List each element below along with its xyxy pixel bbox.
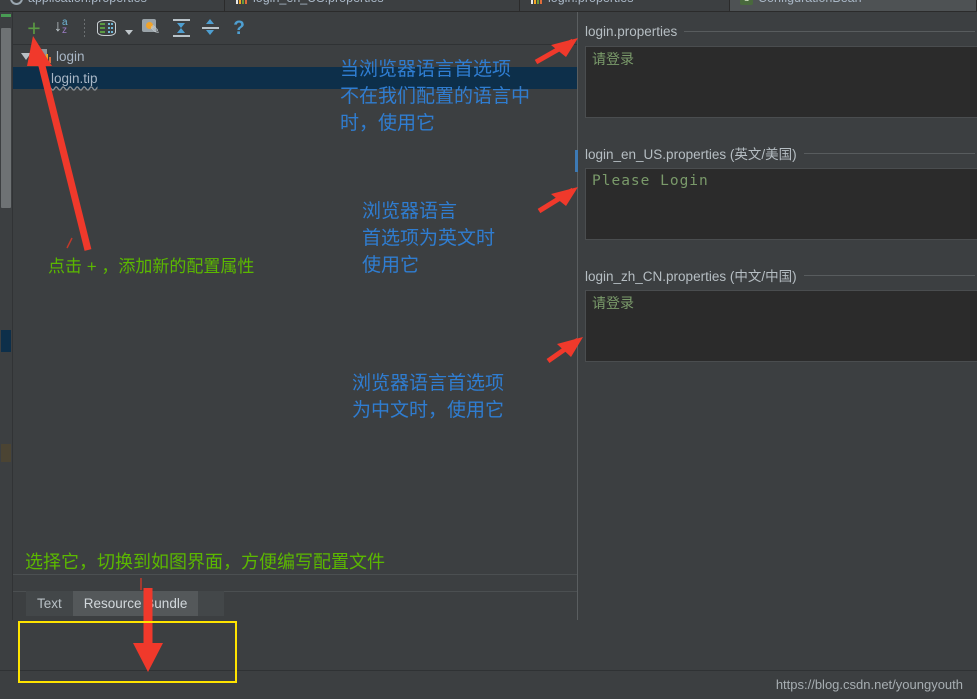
plus-icon: + bbox=[27, 15, 41, 41]
annotation-default-locale: 当浏览器语言首选项 不在我们配置的语言中 时，使用它 bbox=[340, 59, 531, 134]
properties-file-icon bbox=[235, 0, 248, 5]
editor-tab-configuration-bean[interactable]: C ConfigurationBean bbox=[730, 0, 977, 11]
title-rule bbox=[684, 30, 975, 32]
sort-az-icon: ↓ a z bbox=[54, 17, 68, 36]
tab-resource-bundle[interactable]: Resource Bundle bbox=[72, 591, 199, 616]
property-group-zh-cn: login_zh_CN.properties (中文/中国) 请登录 bbox=[578, 266, 977, 362]
editor-tab-strip: application.properties login_en_US.prope… bbox=[0, 0, 977, 12]
marker-stripe-warning bbox=[1, 444, 11, 462]
property-value: 请登录 bbox=[592, 295, 634, 311]
property-group-title: login.properties bbox=[585, 23, 678, 39]
help-button[interactable]: ? bbox=[226, 15, 252, 41]
annotation-click-plus: 点击 + ，添加新的配置属性 bbox=[48, 257, 255, 276]
chevron-down-icon bbox=[125, 30, 133, 35]
editor-gutter bbox=[0, 12, 13, 620]
property-group-title: login_en_US.properties (英文/美国) bbox=[585, 147, 797, 162]
editor-tab-label: application.properties bbox=[28, 0, 147, 5]
editor-tab-application-properties[interactable]: application.properties bbox=[0, 0, 225, 11]
properties-values-pane: login.properties 请登录 login_en_US.propert… bbox=[578, 12, 977, 620]
annotation-select-resource-bundle: 选择它，切换到如图界面，方便编写配置文件 bbox=[25, 552, 385, 572]
expand-all-button[interactable] bbox=[168, 15, 194, 41]
property-group-title: login_zh_CN.properties (中文/中国) bbox=[585, 269, 797, 284]
property-value-editor[interactable]: 请登录 bbox=[585, 46, 977, 118]
settings-button[interactable]: ✎ bbox=[139, 15, 165, 41]
gear-icon bbox=[10, 0, 23, 5]
resource-bundle-icon bbox=[37, 49, 51, 63]
properties-file-icon bbox=[530, 0, 543, 5]
vertical-scrollbar[interactable] bbox=[1, 28, 11, 208]
grid-list-icon bbox=[96, 20, 116, 36]
resource-bundle-toolbar: + ↓ a z ✎ ? bbox=[13, 12, 577, 45]
tab-label: Text bbox=[37, 596, 62, 611]
tab-label: Resource Bundle bbox=[83, 596, 188, 611]
collapse-all-button[interactable] bbox=[197, 15, 223, 41]
gear-wrench-icon: ✎ bbox=[142, 19, 162, 37]
question-mark-icon: ? bbox=[233, 17, 245, 39]
property-group-default: login.properties 请登录 bbox=[578, 22, 977, 118]
dropdown-button[interactable] bbox=[122, 15, 136, 41]
property-value-editor[interactable]: Please Login bbox=[585, 168, 977, 240]
editor-tab-label: login.properties bbox=[548, 0, 633, 5]
sort-alphabetically-button[interactable]: ↓ a z bbox=[50, 15, 76, 41]
property-value: Please Login bbox=[592, 173, 709, 189]
ide-window: application.properties login_en_US.prope… bbox=[0, 0, 977, 699]
highlight-box-resource-bundle-tab bbox=[18, 621, 237, 683]
toolbar-separator bbox=[84, 19, 85, 37]
property-value: 请登录 bbox=[592, 51, 634, 67]
annotation-english-locale: 浏览器语言 首选项为英文时 使用它 bbox=[362, 201, 496, 276]
title-rule bbox=[803, 152, 975, 154]
java-class-icon: C bbox=[740, 0, 753, 5]
editor-tab-login-properties[interactable]: login.properties bbox=[520, 0, 730, 11]
tree-node-label: login.tip bbox=[51, 70, 98, 86]
editor-mode-tab-bar: Text Resource Bundle bbox=[13, 574, 577, 620]
tab-text[interactable]: Text bbox=[26, 591, 73, 616]
marker-stripe-selection bbox=[1, 330, 11, 352]
editor-tab-label: ConfigurationBean bbox=[758, 0, 862, 5]
tree-node-label: login bbox=[56, 48, 85, 64]
add-property-button[interactable]: + bbox=[21, 15, 47, 41]
property-group-en-us: login_en_US.properties (英文/美国) Please Lo… bbox=[578, 144, 977, 240]
editor-tab-login-en-us-properties[interactable]: login_en_US.properties bbox=[225, 0, 520, 11]
title-rule bbox=[803, 274, 975, 276]
tab-bar-filler bbox=[198, 591, 225, 616]
expand-all-icon bbox=[172, 19, 190, 37]
watermark-text: https://blog.csdn.net/youngyouth bbox=[775, 677, 963, 692]
chevron-down-icon[interactable] bbox=[21, 52, 31, 60]
collapse-all-icon bbox=[201, 19, 219, 37]
group-properties-button[interactable] bbox=[93, 15, 119, 41]
annotation-chinese-locale: 浏览器语言首选项 为中文时，使用它 bbox=[352, 373, 505, 421]
property-value-editor[interactable]: 请登录 bbox=[585, 290, 977, 362]
marker-stripe-green bbox=[1, 14, 11, 17]
editor-tab-label: login_en_US.properties bbox=[253, 0, 384, 5]
